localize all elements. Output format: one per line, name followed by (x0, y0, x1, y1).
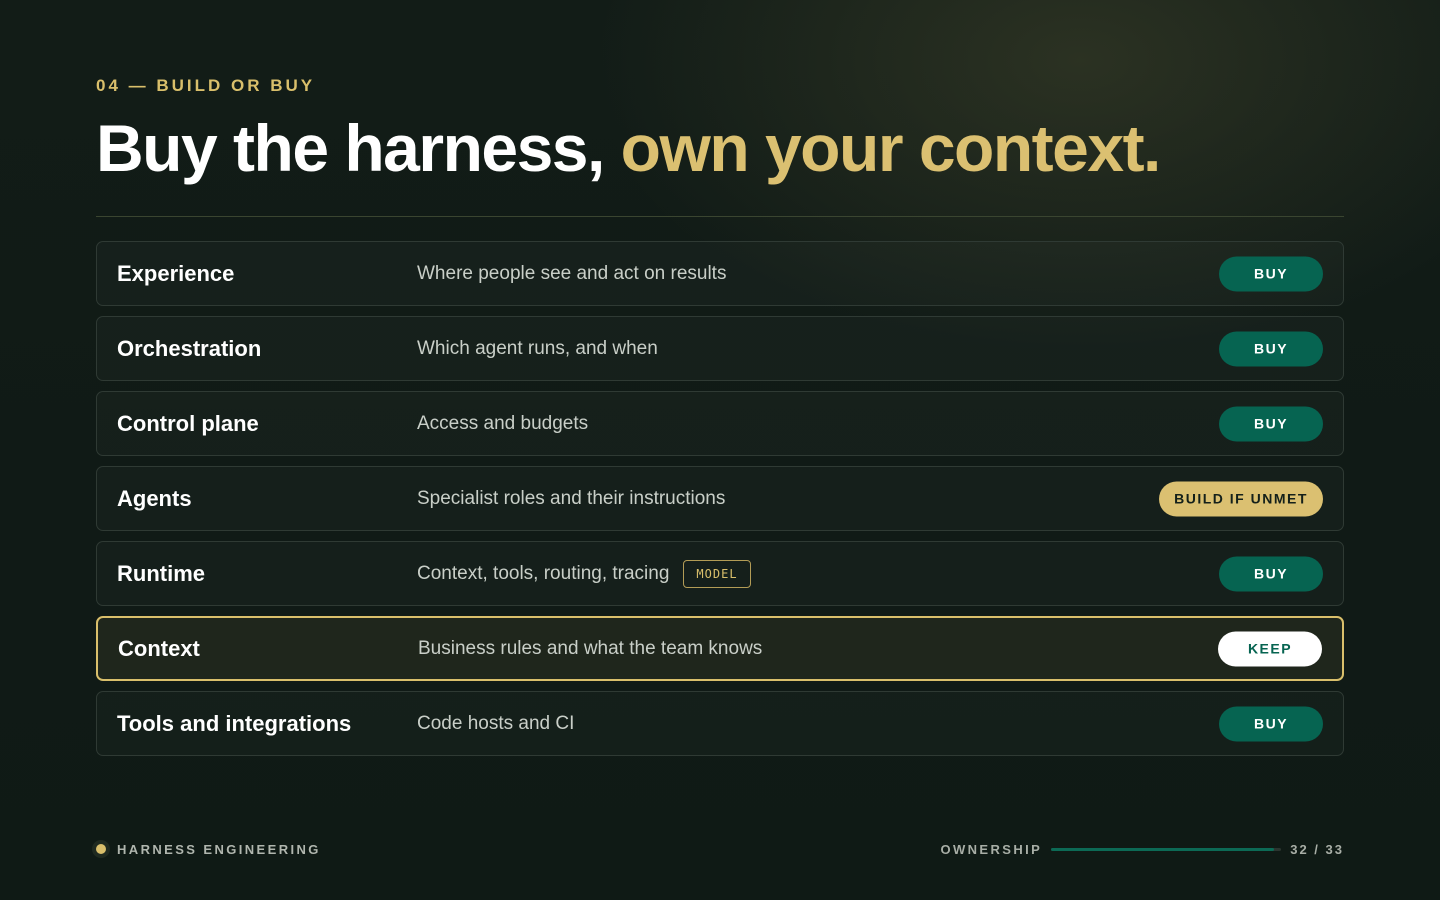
decision-badge: KEEP (1218, 631, 1322, 666)
footer-brand: HARNESS ENGINEERING (92, 840, 321, 858)
layer-row-runtime: Runtime Context, tools, routing, tracing… (96, 541, 1344, 606)
layer-name: Agents (117, 485, 192, 511)
decision-badge: BUY (1219, 331, 1323, 366)
layer-description: Specialist roles and their instructions (417, 488, 725, 510)
layer-name: Tools and integrations (117, 710, 352, 736)
layer-row-tools-and-integrations: Tools and integrations Code hosts and CI… (96, 691, 1344, 756)
model-tag: MODEL (683, 559, 751, 588)
layer-description: Code hosts and CI (417, 713, 574, 735)
brand-dot-icon (92, 840, 110, 858)
layer-name: Context (118, 635, 200, 661)
page-number: 32 / 33 (1290, 842, 1344, 857)
decision-badge: BUILD IF UNMET (1159, 481, 1323, 516)
layer-name: Control plane (117, 410, 259, 436)
layer-description-text: Which agent runs, and when (417, 337, 658, 359)
layer-description: Access and budgets (417, 413, 588, 435)
title-part-white: Buy the harness, (96, 111, 621, 185)
layer-description-text: Context, tools, routing, tracing (417, 562, 670, 584)
layer-description-text: Where people see and act on results (417, 262, 727, 284)
layer-description: Which agent runs, and when (417, 338, 658, 360)
decision-badge: BUY (1219, 556, 1323, 591)
layer-name: Experience (117, 260, 235, 286)
layer-description: Context, tools, routing, tracing MODEL (417, 559, 751, 588)
eyebrow: 04 — BUILD OR BUY (96, 76, 316, 95)
decision-badge: BUY (1219, 706, 1323, 741)
decision-badge: BUY (1219, 406, 1323, 441)
layer-name: Orchestration (117, 335, 262, 361)
layer-description-text: Business rules and what the team knows (418, 637, 763, 659)
layer-row-orchestration: Orchestration Which agent runs, and when… (96, 316, 1344, 381)
layer-description-text: Specialist roles and their instructions (417, 487, 726, 509)
progress-bar (1051, 848, 1282, 851)
layer-description: Business rules and what the team knows (418, 638, 762, 660)
layer-description-text: Access and budgets (417, 412, 589, 434)
divider (96, 216, 1344, 217)
layer-description-text: Code hosts and CI (417, 712, 575, 734)
title-part-gold: own your context. (620, 111, 1162, 185)
brand-label: HARNESS ENGINEERING (117, 841, 321, 857)
layer-row-context: Context Business rules and what the team… (96, 616, 1344, 681)
layer-row-control-plane: Control plane Access and budgets BUY (96, 391, 1344, 456)
progress-fill (1051, 848, 1275, 851)
footer-progress: OWNERSHIP 32 / 33 (940, 842, 1344, 857)
layer-name: Runtime (117, 560, 205, 586)
section-label: OWNERSHIP (940, 842, 1043, 857)
layer-row-agents: Agents Specialist roles and their instru… (96, 466, 1344, 531)
slide-title: Buy the harness, own your context. (96, 108, 1162, 188)
layer-description: Where people see and act on results (417, 263, 726, 285)
layer-row-experience: Experience Where people see and act on r… (96, 241, 1344, 306)
decision-badge: BUY (1219, 256, 1323, 291)
layer-list: Experience Where people see and act on r… (96, 241, 1344, 766)
